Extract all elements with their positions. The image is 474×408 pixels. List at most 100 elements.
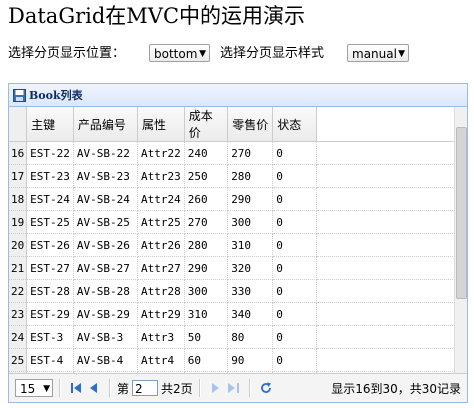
chevron-down-icon: ▼ bbox=[398, 49, 405, 59]
column-header[interactable]: 成本价 bbox=[184, 107, 229, 142]
table-row[interactable]: 19 EST-25 AV-SB-25 Attr25 270 300 0 bbox=[9, 210, 457, 234]
column-header[interactable]: 属性 bbox=[137, 107, 185, 142]
column-header[interactable]: 产品编号 bbox=[73, 107, 139, 142]
table-cell: EST-28 bbox=[26, 279, 74, 303]
style-select-value: manual bbox=[352, 47, 397, 61]
page-title: DataGrid在MVC中的运用演示 bbox=[8, 4, 306, 28]
table-cell: 90 bbox=[227, 348, 274, 372]
table-cell: Attr25 bbox=[137, 210, 185, 234]
table-row[interactable]: 17 EST-23 AV-SB-23 Attr23 250 280 0 bbox=[9, 164, 457, 188]
table-row[interactable]: 18 EST-24 AV-SB-24 Attr24 260 290 0 bbox=[9, 187, 457, 211]
table-cell: 50 bbox=[184, 325, 229, 349]
table-row[interactable]: 20 EST-26 AV-SB-26 Attr26 280 310 0 bbox=[9, 233, 457, 257]
column-header[interactable]: 主键 bbox=[26, 107, 74, 142]
table-cell: EST-3 bbox=[26, 325, 74, 349]
first-page-button[interactable] bbox=[67, 379, 85, 397]
grid-header-row: 主键 产品编号 属性 成本价 零售价 状态 bbox=[9, 107, 457, 142]
table-row[interactable]: 21 EST-27 AV-SB-27 Attr27 290 320 0 bbox=[9, 256, 457, 280]
table-cell: 260 bbox=[184, 187, 229, 211]
style-select[interactable]: manual ▼ bbox=[347, 44, 409, 62]
table-cell: Attr27 bbox=[137, 256, 185, 280]
table-cell: EST-25 bbox=[26, 210, 74, 234]
table-cell: 310 bbox=[184, 302, 229, 326]
last-page-icon bbox=[228, 383, 240, 393]
refresh-button[interactable] bbox=[257, 379, 275, 397]
table-cell: 0 bbox=[272, 210, 318, 234]
position-select-value: bottom bbox=[154, 47, 198, 61]
table-cell: 290 bbox=[227, 187, 274, 211]
table-cell: AV-SB-29 bbox=[73, 302, 139, 326]
table-row[interactable]: 16 EST-22 AV-SB-22 Attr22 240 270 0 bbox=[9, 141, 457, 165]
table-cell: 0 bbox=[272, 325, 318, 349]
last-page-button[interactable] bbox=[225, 379, 243, 397]
scrollbar-thumb[interactable] bbox=[456, 127, 467, 299]
row-number: 21 bbox=[9, 256, 28, 280]
page-size-select[interactable]: 15 ▼ bbox=[15, 379, 53, 397]
refresh-icon bbox=[260, 382, 271, 393]
table-cell: 300 bbox=[227, 210, 274, 234]
pager-separator bbox=[198, 379, 201, 397]
row-number-header bbox=[9, 107, 28, 142]
row-filler bbox=[316, 325, 457, 349]
row-filler bbox=[316, 164, 457, 188]
table-cell: 0 bbox=[272, 141, 318, 165]
pagination-bar: 15 ▼ 第 2 共2页 显示16到30，共30记录 bbox=[9, 373, 467, 402]
table-cell: 300 bbox=[184, 279, 229, 303]
row-number: 17 bbox=[9, 164, 28, 188]
row-number: 18 bbox=[9, 187, 28, 211]
table-cell: Attr26 bbox=[137, 233, 185, 257]
page-number-input[interactable]: 2 bbox=[132, 380, 159, 396]
row-filler bbox=[316, 348, 457, 372]
column-header[interactable]: 零售价 bbox=[227, 107, 274, 142]
table-cell: AV-SB-22 bbox=[73, 141, 139, 165]
style-label: 选择分页显示样式 bbox=[220, 46, 325, 61]
table-cell: AV-SB-26 bbox=[73, 233, 139, 257]
table-cell: 240 bbox=[184, 141, 229, 165]
table-cell: Attr29 bbox=[137, 302, 185, 326]
page-size-value: 15 bbox=[20, 382, 36, 396]
table-row[interactable]: 22 EST-28 AV-SB-28 Attr28 300 330 0 bbox=[9, 279, 457, 303]
next-page-button[interactable] bbox=[207, 379, 225, 397]
row-filler bbox=[316, 187, 457, 211]
table-row[interactable]: 23 EST-29 AV-SB-29 Attr29 310 340 0 bbox=[9, 302, 457, 326]
row-filler bbox=[316, 141, 457, 165]
table-cell: Attr22 bbox=[137, 141, 185, 165]
table-cell: 0 bbox=[272, 302, 318, 326]
row-filler bbox=[316, 279, 457, 303]
table-cell: Attr3 bbox=[137, 325, 185, 349]
table-cell: Attr28 bbox=[137, 279, 185, 303]
position-label: 选择分页显示位置： bbox=[8, 46, 126, 61]
pager-separator bbox=[109, 379, 111, 397]
table-cell: EST-23 bbox=[26, 164, 74, 188]
row-number: 25 bbox=[9, 348, 28, 372]
table-row[interactable]: 25 EST-4 AV-SB-4 Attr4 60 90 0 bbox=[9, 348, 457, 372]
panel-title: Book列表 bbox=[29, 89, 83, 102]
row-filler bbox=[316, 210, 457, 234]
table-cell: 250 bbox=[184, 164, 229, 188]
chevron-down-icon: ▼ bbox=[43, 384, 50, 394]
data-grid: 主键 产品编号 属性 成本价 零售价 状态 16 EST-22 AV-SB-22 At… bbox=[9, 107, 457, 374]
panel-header: Book列表 bbox=[9, 84, 467, 107]
table-cell: 290 bbox=[184, 256, 229, 280]
table-cell: Attr23 bbox=[137, 164, 185, 188]
table-cell: 0 bbox=[272, 256, 318, 280]
row-number: 16 bbox=[9, 141, 28, 165]
prev-page-button[interactable] bbox=[85, 379, 103, 397]
table-cell: Attr4 bbox=[137, 348, 185, 372]
prev-page-icon bbox=[90, 383, 97, 393]
book-panel: Book列表 主键 产品编号 属性 成本价 零售价 状态 16 EST-22 AV-… bbox=[8, 83, 468, 403]
column-header[interactable]: 状态 bbox=[272, 107, 318, 142]
row-filler bbox=[316, 256, 457, 280]
table-cell: EST-24 bbox=[26, 187, 74, 211]
table-cell: AV-SB-3 bbox=[73, 325, 139, 349]
vertical-scrollbar[interactable] bbox=[454, 107, 467, 374]
table-cell: 270 bbox=[184, 210, 229, 234]
row-number: 20 bbox=[9, 233, 28, 257]
table-cell: 270 bbox=[227, 141, 274, 165]
table-cell: EST-26 bbox=[26, 233, 74, 257]
save-icon bbox=[13, 88, 26, 102]
table-cell: AV-SB-27 bbox=[73, 256, 139, 280]
row-number: 19 bbox=[9, 210, 28, 234]
position-select[interactable]: bottom ▼ bbox=[149, 44, 210, 62]
table-row[interactable]: 24 EST-3 AV-SB-3 Attr3 50 80 0 bbox=[9, 325, 457, 349]
